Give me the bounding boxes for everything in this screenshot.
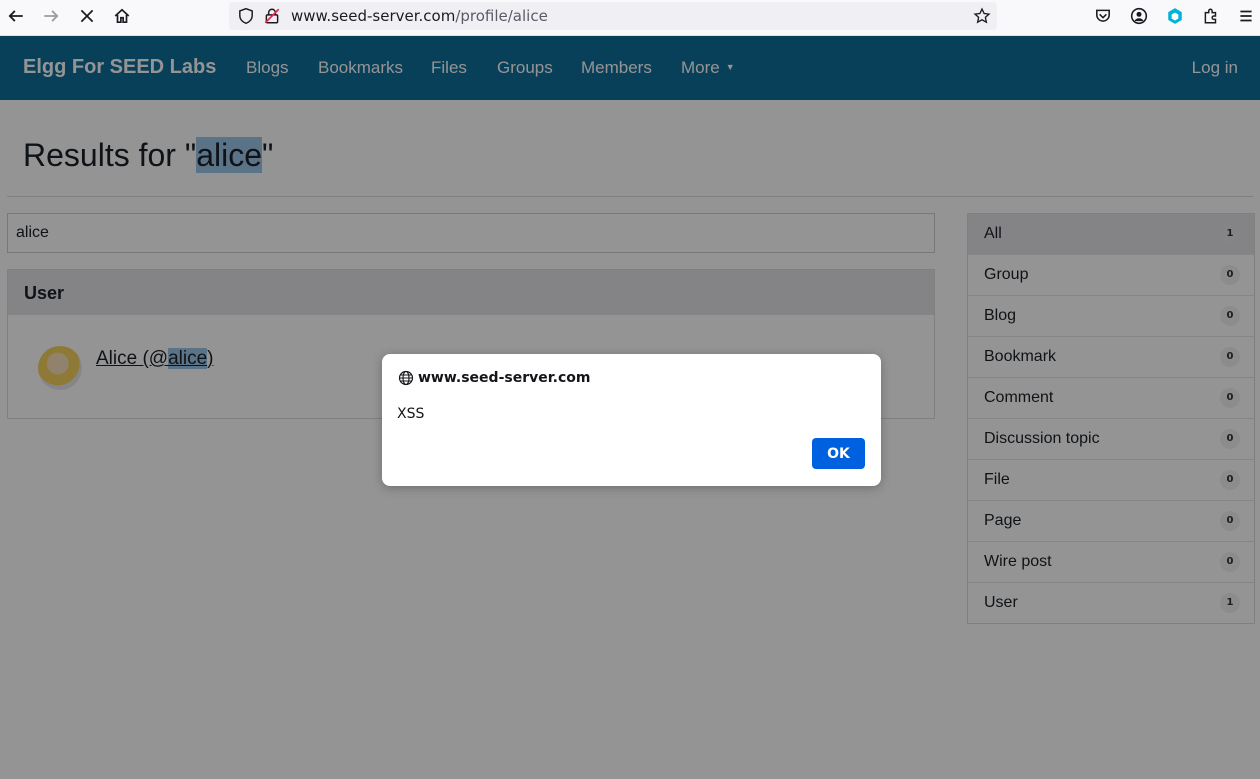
account-button[interactable] — [1125, 4, 1153, 28]
alert-dialog: www.seed-server.com XSS OK — [382, 354, 881, 486]
insecure-lock-icon[interactable] — [263, 7, 281, 25]
url-text: www.seed-server.com/profile/alice — [291, 7, 548, 25]
menu-button[interactable] — [1232, 4, 1260, 28]
home-button[interactable] — [108, 4, 136, 28]
extensions-button[interactable] — [1197, 4, 1225, 28]
puzzle-icon — [1204, 8, 1217, 24]
url-domain: www.seed-server.com — [291, 7, 456, 25]
close-icon — [80, 9, 94, 23]
shield-icon[interactable] — [237, 7, 255, 25]
back-arrow-icon — [8, 10, 23, 22]
globe-icon — [398, 370, 414, 386]
hamburger-menu-icon — [1240, 10, 1252, 22]
pocket-button[interactable] — [1089, 4, 1117, 28]
extension-button[interactable] — [1161, 4, 1189, 28]
ok-button[interactable]: OK — [812, 438, 865, 469]
dialog-message: XSS — [397, 406, 425, 422]
bookmark-star-icon[interactable] — [973, 7, 991, 25]
back-button[interactable] — [2, 4, 30, 28]
stop-button[interactable] — [73, 4, 101, 28]
forward-arrow-icon — [44, 10, 59, 22]
browser-toolbar: www.seed-server.com/profile/alice — [0, 0, 1260, 36]
url-path: /profile/alice — [455, 7, 548, 25]
forward-button[interactable] — [37, 4, 65, 28]
extension-cube-icon — [1168, 8, 1182, 24]
dialog-origin: www.seed-server.com — [418, 370, 591, 386]
home-icon — [114, 8, 130, 24]
pocket-icon — [1096, 9, 1110, 22]
address-bar[interactable]: www.seed-server.com/profile/alice — [229, 2, 997, 30]
account-icon — [1130, 7, 1148, 25]
